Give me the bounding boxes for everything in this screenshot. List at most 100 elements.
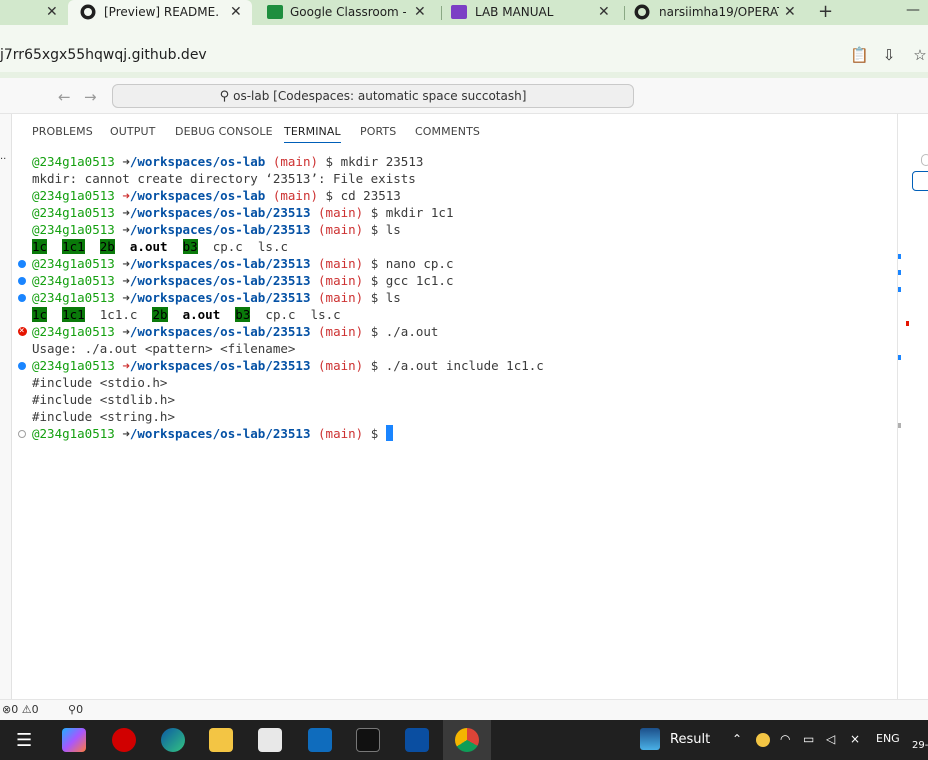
command-error-decoration[interactable] [18, 323, 27, 340]
ls-exec: a.out [182, 307, 221, 322]
terminal-scrollbar[interactable] [897, 114, 928, 699]
prompt-arrow: ➜ [122, 256, 130, 271]
terminal-instance-icon[interactable] [921, 154, 928, 166]
prompt-command: $ [370, 426, 379, 441]
ls-dir: 2b [152, 307, 168, 322]
ls-dir: 1c [32, 307, 48, 322]
command-center[interactable]: ⚲ os-lab [Codespaces: automatic space su… [112, 84, 634, 108]
prompt-user: @234g1a0513 [32, 324, 115, 339]
command-success-decoration[interactable] [18, 260, 26, 268]
browser-tab-github-repo[interactable]: narsiimha19/OPERATI ✕ [628, 0, 806, 25]
chevron-up-icon[interactable]: ⌃ [732, 732, 742, 746]
prompt-arrow: ➜ [122, 358, 130, 373]
weather-widget-icon[interactable] [640, 728, 660, 750]
close-tab-icon[interactable]: ✕ [598, 4, 610, 20]
command-pending-decoration[interactable] [18, 430, 26, 438]
back-arrow-icon[interactable]: ← [58, 88, 71, 106]
app-icon[interactable] [405, 728, 429, 752]
address-bar[interactable]: j7rr65xgx55hqwqj.github.dev [0, 47, 207, 63]
address-bar-area: j7rr65xgx55hqwqj.github.dev 📋 ⇩ ☆ [0, 25, 928, 72]
tab-problems[interactable]: PROBLEMS [32, 125, 93, 138]
browser-tab-classroom[interactable]: Google Classroom - L ✕ [260, 0, 440, 25]
close-tab-icon[interactable]: ✕ [230, 4, 242, 20]
vscode-title-bar: ← → ⚲ os-lab [Codespaces: automatic spac… [0, 78, 928, 114]
prompt-command: $ nano cp.c [370, 256, 454, 271]
bookmark-star-icon[interactable]: ☆ [912, 47, 928, 63]
prompt-arrow: ➜ [122, 188, 130, 203]
forward-arrow-icon[interactable]: → [84, 88, 97, 106]
terminal-line: @234g1a0513 ➜/workspaces/os-lab/23513 (m… [18, 357, 544, 374]
clipboard-icon[interactable]: 📋 [850, 47, 869, 63]
terminal-line: @234g1a0513 ➜/workspaces/os-lab (main) $… [32, 153, 544, 170]
minimize-button[interactable]: — [906, 2, 920, 18]
tray-app-icon[interactable] [756, 733, 770, 747]
install-app-icon[interactable]: ⇩ [881, 47, 897, 63]
problems-status[interactable]: ⊗0 ⚠0 [2, 703, 39, 716]
prompt-user: @234g1a0513 [32, 222, 115, 237]
prompt-path: /workspaces/os-lab/23513 [129, 358, 311, 373]
command-success-decoration[interactable] [18, 277, 26, 285]
tab-output[interactable]: OUTPUT [110, 125, 155, 138]
activity-bar: ·· [0, 114, 12, 699]
status-bar: ⊗0 ⚠0 ⚲0 [0, 699, 928, 720]
classroom-icon [267, 5, 283, 19]
terminal-app-icon[interactable] [356, 728, 380, 752]
tab-terminal[interactable]: TERMINAL [284, 125, 341, 143]
browser-tab-partial[interactable]: ✕ [0, 0, 66, 25]
close-tab-icon[interactable]: ✕ [414, 4, 426, 20]
chrome-icon[interactable] [455, 728, 479, 752]
tab-debug-console[interactable]: DEBUG CONSOLE [175, 125, 273, 138]
edge-icon[interactable] [161, 728, 185, 752]
close-tab-icon[interactable]: ✕ [784, 4, 796, 20]
prompt-arrow: ➜ [122, 290, 130, 305]
prompt-arrow: ➜ [122, 205, 130, 220]
bottom-panel: PROBLEMS OUTPUT DEBUG CONSOLE TERMINAL P… [13, 114, 911, 699]
battery-icon[interactable]: ▭ [803, 732, 814, 746]
ls-output-line: 1c 1c1 1c1.c 2b a.out b3 cp.c ls.c [32, 306, 544, 323]
prompt-branch: (main) [272, 154, 319, 169]
widget-label[interactable]: Result [670, 732, 710, 747]
prompt-path: /workspaces/os-lab/23513 [129, 290, 311, 305]
language-indicator[interactable]: ENG [876, 732, 900, 745]
wifi-icon[interactable]: ◠ [780, 732, 790, 746]
browser-tab-lab-manual[interactable]: LAB MANUAL ✕ [444, 0, 622, 25]
close-tab-icon[interactable]: ✕ [46, 4, 58, 20]
terminal-instance-active-icon[interactable] [912, 171, 928, 191]
terminal-line: @234g1a0513 ➜/workspaces/os-lab/23513 (m… [32, 221, 544, 238]
warning-icon: ⚠ [21, 703, 32, 716]
ports-status[interactable]: ⚲0 [68, 703, 83, 716]
tab-label: LAB MANUAL [475, 5, 554, 19]
prompt-command: $ mkdir 23513 [325, 154, 424, 169]
prompt-command: $ ./a.out include 1c1.c [370, 358, 544, 373]
copilot-icon[interactable] [62, 728, 86, 752]
prompt-branch: (main) [318, 290, 364, 305]
terminal-line: #include <string.h> [32, 409, 175, 424]
scroll-marker [898, 254, 901, 259]
file-explorer-icon[interactable] [209, 728, 233, 752]
more-icon[interactable]: ·· [0, 154, 6, 165]
volume-icon[interactable]: ◁ [826, 732, 835, 746]
prompt-branch: (main) [318, 256, 364, 271]
prompt-user: @234g1a0513 [32, 358, 115, 373]
terminal-output[interactable]: @234g1a0513 ➜/workspaces/os-lab (main) $… [18, 153, 544, 442]
tab-ports[interactable]: PORTS [360, 125, 396, 138]
clock-date[interactable]: 29- [912, 740, 928, 751]
prompt-arrow: ➜ [122, 222, 130, 237]
terminal-line: @234g1a0513 ➜/workspaces/os-lab/23513 (m… [32, 204, 544, 221]
mute-icon[interactable]: × [850, 732, 860, 746]
command-success-decoration[interactable] [18, 362, 26, 370]
prompt-path: /workspaces/os-lab [129, 188, 266, 203]
opera-icon[interactable] [112, 728, 136, 752]
prompt-arrow: ➜ [122, 324, 130, 339]
new-tab-button[interactable]: + [818, 1, 833, 22]
ls-output-line: 1c 1c1 2b a.out b3 cp.c ls.c [32, 238, 544, 255]
tab-comments[interactable]: COMMENTS [415, 125, 480, 138]
microsoft-store-icon[interactable] [258, 728, 282, 752]
terminal-line: #include <stdlib.h> [32, 392, 175, 407]
command-success-decoration[interactable] [18, 294, 26, 302]
browser-tab-readme[interactable]: [Preview] README.md ✕ [68, 0, 252, 25]
task-view-icon[interactable]: ☰ [16, 730, 32, 751]
mail-icon[interactable] [308, 728, 332, 752]
terminal-line: @234g1a0513 ➜/workspaces/os-lab/23513 (m… [18, 323, 544, 340]
prompt-command: $ cd 23513 [325, 188, 401, 203]
